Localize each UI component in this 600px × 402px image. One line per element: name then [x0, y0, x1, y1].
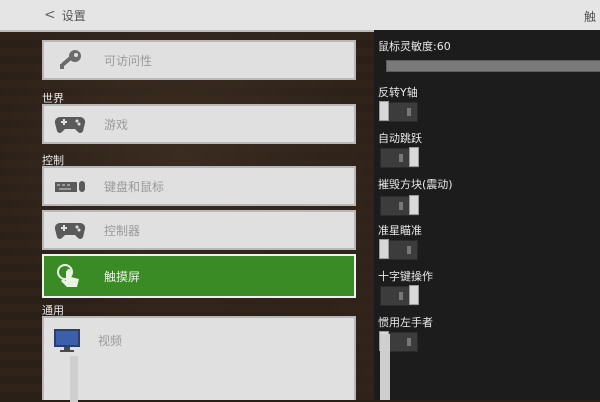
keyboard-mouse-icon	[52, 174, 88, 198]
sidebar-item-game[interactable]: 游戏	[42, 104, 356, 144]
page-title: 触	[583, 10, 596, 24]
sidebar-item-touch[interactable]: 触摸屏	[42, 254, 356, 298]
auto-jump-label: 自动跳跃	[378, 132, 422, 145]
sidebar-item-controller[interactable]: 控制器	[42, 210, 356, 250]
sensitivity-label: 鼠标灵敏度:60	[378, 40, 451, 53]
crosshair-toggle[interactable]	[379, 239, 418, 260]
scrollbar[interactable]	[380, 334, 390, 400]
chevron-left-icon: <	[44, 7, 56, 23]
top-bar: < 设置 触	[0, 0, 600, 32]
sidebar-item-label: 触摸屏	[104, 269, 141, 284]
toggle-knob	[409, 195, 419, 215]
controller-icon	[52, 218, 88, 242]
back-button[interactable]: < 设置	[44, 7, 86, 24]
sensitivity-slider[interactable]	[386, 60, 600, 72]
toggle-knob	[409, 285, 419, 305]
toggle-knob	[409, 147, 419, 167]
sidebar-item-video[interactable]: 视频	[42, 316, 356, 402]
toggle-mark	[399, 292, 403, 300]
toggle-mark	[399, 154, 403, 162]
key-icon	[52, 48, 88, 72]
sidebar-item-label: 键盘和鼠标	[104, 179, 165, 194]
settings-sidebar: 可访问性 世界 游戏 控制 键盘和鼠标 控制器 触摸屏 通用 视频	[40, 38, 360, 402]
toggle-mark	[407, 338, 411, 346]
sidebar-item-label: 游戏	[104, 117, 129, 132]
toggle-knob	[379, 101, 389, 121]
back-label: 设置	[61, 8, 86, 23]
invert-y-label: 反转Y轴	[378, 86, 418, 99]
crosshair-label: 准星瞄准	[378, 224, 422, 237]
sidebar-item-accessibility[interactable]: 可访问性	[42, 40, 356, 80]
sidebar-item-label: 控制器	[104, 223, 141, 238]
invert-y-toggle[interactable]	[379, 101, 418, 122]
touch-hand-icon	[52, 264, 88, 288]
toggle-mark	[407, 246, 411, 254]
sidebar-item-label: 视频	[98, 334, 123, 348]
destroy-block-toggle[interactable]	[380, 195, 419, 216]
touch-settings-panel: 鼠标灵敏度:60 反转Y轴 自动跳跃 摧毁方块(震动) 准星瞄准 十字键操作 惯…	[374, 30, 600, 400]
sidebar-item-keyboard-mouse[interactable]: 键盘和鼠标	[42, 166, 356, 206]
toggle-mark	[399, 202, 403, 210]
scroll-strip	[70, 356, 78, 402]
dpad-label: 十字键操作	[378, 270, 433, 283]
auto-jump-toggle[interactable]	[380, 147, 419, 168]
destroy-block-label: 摧毁方块(震动)	[378, 178, 453, 191]
toggle-knob	[379, 239, 389, 259]
gamepad-icon	[52, 112, 88, 136]
left-handed-label: 惯用左手者	[378, 316, 433, 329]
toggle-mark	[407, 108, 411, 116]
sidebar-item-label: 可访问性	[104, 53, 153, 68]
monitor-icon	[52, 328, 84, 358]
dpad-toggle[interactable]	[380, 285, 419, 306]
